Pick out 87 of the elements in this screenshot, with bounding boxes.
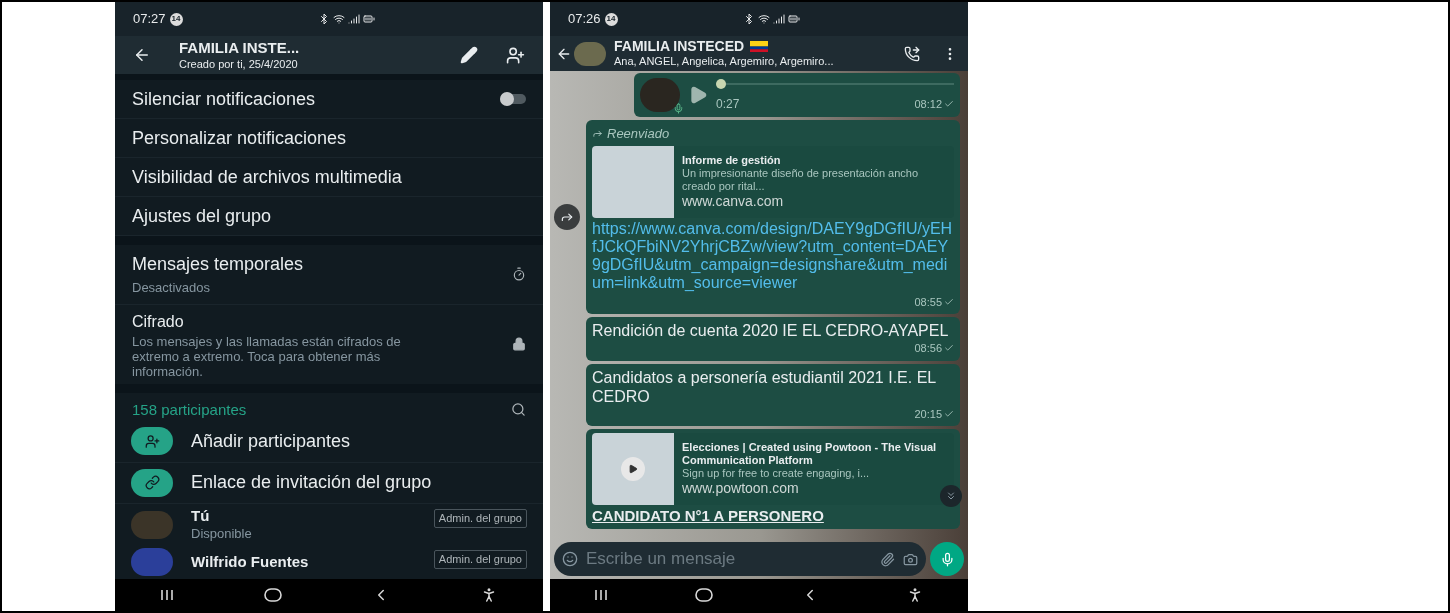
wifi-icon bbox=[758, 13, 770, 25]
participant-name: Tú bbox=[191, 507, 211, 526]
sent-check-icon bbox=[944, 99, 954, 109]
mic-button[interactable] bbox=[930, 542, 964, 576]
signal-icon bbox=[773, 13, 785, 25]
message-time: 08:12 bbox=[914, 95, 954, 113]
attach-icon[interactable] bbox=[880, 551, 895, 567]
sent-check-icon bbox=[944, 343, 954, 354]
bluetooth-icon bbox=[743, 13, 755, 25]
preview-title: Elecciones | Created using Powtoon - The Visual Communication Platform bbox=[682, 441, 938, 467]
group-title: FAMILIA INSTECED bbox=[614, 37, 745, 56]
group-members: Ana, ANGEL, Angelica, Argemiro, Argemiro... bbox=[614, 55, 834, 70]
audio-duration: 0:27 bbox=[716, 96, 740, 113]
participant-row[interactable]: Wilfrido Fuentes Admin. del grupo bbox=[115, 545, 543, 579]
message-time: 08:55 bbox=[914, 293, 954, 310]
preview-title: Informe de gestión bbox=[682, 153, 782, 167]
play-button[interactable] bbox=[621, 457, 645, 481]
preview-description: Sign up for free to create engaging, i... bbox=[682, 467, 871, 480]
admin-tag: Admin. del grupo bbox=[433, 509, 527, 528]
toggle-switch[interactable] bbox=[500, 94, 526, 104]
add-person-icon[interactable] bbox=[506, 45, 525, 65]
item-title: Cifrado bbox=[132, 311, 185, 332]
group-title: FAMILIA INSTE... bbox=[179, 38, 300, 58]
settings-item[interactable]: Personalizar notificaciones bbox=[115, 119, 543, 158]
mic-icon bbox=[939, 551, 955, 567]
sent-check-icon bbox=[944, 408, 954, 419]
play-icon bbox=[628, 464, 638, 474]
participant-action[interactable]: Enlace de invitación del grupo bbox=[115, 462, 543, 504]
flag-icon bbox=[750, 41, 769, 53]
forwarded-label: Reenviado bbox=[592, 124, 954, 144]
item-title: Mensajes temporales bbox=[132, 253, 304, 276]
forward-icon bbox=[560, 210, 574, 224]
message-text: Candidatos a personería estudiantil 2021 I.E. EL CEDRO bbox=[592, 367, 937, 406]
group-created-date: Creado por ti, 25/4/2020 bbox=[179, 57, 299, 72]
battery-icon bbox=[363, 13, 375, 25]
wifi-icon bbox=[333, 13, 345, 25]
mic-icon bbox=[673, 103, 684, 114]
signal-icon bbox=[348, 13, 360, 25]
participant-status: Disponible bbox=[191, 525, 253, 542]
play-icon[interactable] bbox=[688, 85, 708, 105]
notification-count: 14 bbox=[169, 12, 183, 26]
message-text: Rendición de cuenta 2020 IE EL CEDRO-AYAPEL bbox=[592, 321, 949, 340]
settings-item[interactable]: Silenciar notificaciones bbox=[115, 80, 543, 119]
chevrons-down-icon bbox=[945, 490, 957, 502]
participant-action[interactable]: Añadir participantes bbox=[115, 421, 543, 463]
message-time: 20:15 bbox=[914, 405, 954, 422]
preview-description: Un impresionante diseño de presentación ancho creado por rital... bbox=[682, 166, 920, 193]
message-text: CANDIDATO N°1 A PERSONERO bbox=[592, 507, 825, 525]
recent-apps-icon[interactable] bbox=[160, 589, 174, 601]
encryption-item[interactable]: Cifrado Los mensajes y las llamadas están cifrados de extremo a extremo. Toca para obtener más información. bbox=[115, 304, 543, 384]
encryption-description: Los mensajes y las llamadas están cifrados de extremo a extremo. Toca para obtener más información. bbox=[132, 333, 402, 379]
preview-domain: www.powtoon.com bbox=[682, 480, 800, 497]
sent-check-icon bbox=[944, 296, 954, 307]
link-icon bbox=[144, 475, 160, 491]
status-time: 07:26 bbox=[568, 10, 601, 29]
lock-icon bbox=[512, 337, 526, 351]
emoji-icon[interactable] bbox=[562, 551, 578, 567]
message-time: 08:56 bbox=[914, 340, 954, 357]
item-subtitle: Desactivados bbox=[132, 279, 212, 297]
message-input[interactable]: Escribe un mensaje bbox=[554, 542, 926, 576]
forward-button[interactable] bbox=[554, 204, 580, 230]
participant-name: Wilfrido Fuentes bbox=[191, 552, 310, 572]
home-icon[interactable] bbox=[695, 588, 714, 602]
add-person-icon bbox=[144, 433, 160, 449]
participant-row[interactable]: Tú Disponible Admin. del grupo bbox=[115, 504, 543, 545]
notification-count: 14 bbox=[604, 12, 618, 26]
home-icon[interactable] bbox=[264, 588, 282, 602]
link-preview[interactable]: Informe de gestión Un impresionante diseño de presentación ancho creado por rital... www.canva.com bbox=[592, 145, 954, 218]
audio-thumb[interactable] bbox=[716, 79, 726, 89]
message-link[interactable]: https://www.canva.com/design/DAEY9gDGfIU/yEHfJCkQFbiNV2YhrjCBZw/view?utm_content=DAEY9gDGfIU&utm_campaign=designshare&utm_medium=link&utm_source=viewer bbox=[592, 219, 954, 292]
message-field[interactable]: Escribe un mensaje bbox=[586, 546, 872, 572]
bluetooth-icon bbox=[318, 13, 330, 25]
preview-domain: www.canva.com bbox=[682, 192, 785, 210]
timer-icon bbox=[512, 267, 526, 282]
add-call-icon[interactable] bbox=[904, 45, 920, 62]
link-preview[interactable]: Elecciones | Created using Powtoon - The Visual Communication Platform Sign up for free to create engaging, i... www.powtoon.com bbox=[592, 433, 954, 505]
recent-apps-icon[interactable] bbox=[593, 589, 608, 601]
participants-count: 158 participantes bbox=[132, 399, 247, 420]
search-icon[interactable] bbox=[511, 402, 526, 418]
camera-icon[interactable] bbox=[903, 551, 918, 567]
settings-item[interactable]: Visibilidad de archivos multimedia bbox=[115, 158, 543, 197]
edit-icon[interactable] bbox=[460, 46, 478, 64]
battery-icon bbox=[788, 13, 800, 25]
disappearing-messages-item[interactable]: Mensajes temporales Desactivados bbox=[115, 245, 543, 305]
admin-tag: Admin. del grupo bbox=[433, 550, 527, 569]
status-time: 07:27 bbox=[133, 10, 166, 29]
forward-icon bbox=[592, 128, 603, 140]
